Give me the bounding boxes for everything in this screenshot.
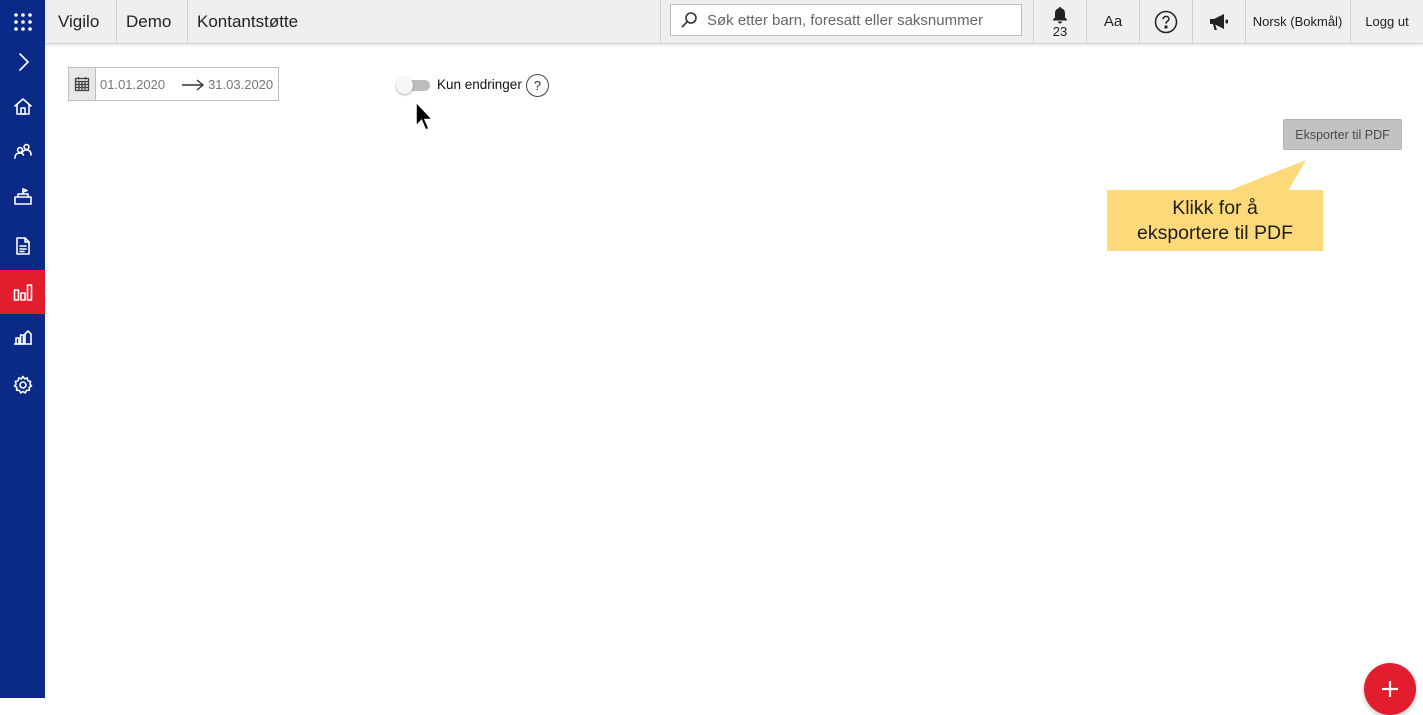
search-input[interactable]	[707, 11, 1007, 29]
arrow-right-icon	[181, 78, 205, 91]
divider	[116, 0, 117, 43]
search-box[interactable]	[670, 4, 1022, 36]
sidebar-item-statistics[interactable]	[0, 315, 45, 359]
only-changes-toggle[interactable]	[396, 77, 430, 94]
font-size-label: Aa	[1103, 13, 1123, 30]
org-name[interactable]: Demo	[126, 0, 171, 43]
only-changes-label: Kun endringer	[437, 77, 522, 92]
export-pdf-button[interactable]: Eksporter til PDF	[1283, 119, 1402, 150]
language-label: Norsk (Bokmål)	[1252, 14, 1343, 29]
callout-text-line1: Klikk for å	[1172, 196, 1258, 219]
search-icon	[671, 5, 707, 35]
sidebar	[0, 0, 45, 698]
sidebar-item-reports[interactable]	[0, 270, 45, 314]
megaphone-icon	[1210, 13, 1228, 30]
school-icon	[13, 188, 32, 205]
sidebar-item-documents[interactable]	[0, 224, 45, 268]
toggle-knob	[396, 77, 413, 94]
document-icon	[15, 237, 30, 255]
tooltip-callout: Klikk for å eksportere til PDF	[1107, 190, 1323, 251]
page-title: Kontantstøtte	[197, 11, 299, 31]
bar-chart-icon	[13, 284, 32, 301]
date-to-field[interactable]: 31.03.2020	[208, 77, 273, 92]
add-button[interactable]	[1364, 663, 1416, 715]
help-icon	[1154, 10, 1178, 33]
bell-icon	[1053, 6, 1067, 23]
font-size-button[interactable]: Aa	[1087, 0, 1139, 43]
date-from-field[interactable]: 01.01.2020	[100, 77, 165, 92]
help-button[interactable]	[1140, 0, 1192, 43]
announcements-button[interactable]	[1193, 0, 1245, 43]
sidebar-item-home[interactable]	[0, 84, 45, 128]
callout-text-line2: eksportere til PDF	[1136, 221, 1294, 244]
apps-grid-button[interactable]	[0, 0, 45, 44]
help-icon[interactable]: ?	[526, 74, 549, 97]
logout-label: Logg ut	[1365, 14, 1409, 29]
expand-sidebar-button[interactable]	[0, 40, 45, 84]
people-icon	[13, 143, 32, 159]
app-name[interactable]: Vigilo	[58, 0, 99, 43]
logout-button[interactable]: Logg ut	[1351, 0, 1423, 43]
notification-count-badge: 23	[1052, 23, 1068, 39]
callout-pointer	[1228, 160, 1306, 191]
mouse-pointer-icon	[415, 100, 435, 131]
calendar-icon[interactable]	[69, 68, 96, 100]
notifications-button[interactable]: 23	[1034, 0, 1086, 43]
sidebar-item-school[interactable]	[0, 174, 45, 218]
topbar: Vigilo Demo Kontantstøtte 23 Aa	[45, 0, 1423, 44]
home-icon	[13, 98, 32, 115]
chevron-right-icon	[18, 53, 29, 71]
apps-grid-icon	[13, 13, 32, 31]
sidebar-item-settings[interactable]	[0, 363, 45, 407]
plus-icon	[1364, 663, 1416, 715]
building-chart-icon	[13, 330, 32, 345]
gear-icon	[13, 375, 32, 394]
language-selector[interactable]: Norsk (Bokmål)	[1246, 0, 1349, 43]
date-range-picker[interactable]: 01.01.2020 31.03.2020	[68, 67, 279, 101]
divider	[660, 0, 661, 43]
sidebar-item-people[interactable]	[0, 129, 45, 173]
divider	[187, 0, 188, 43]
